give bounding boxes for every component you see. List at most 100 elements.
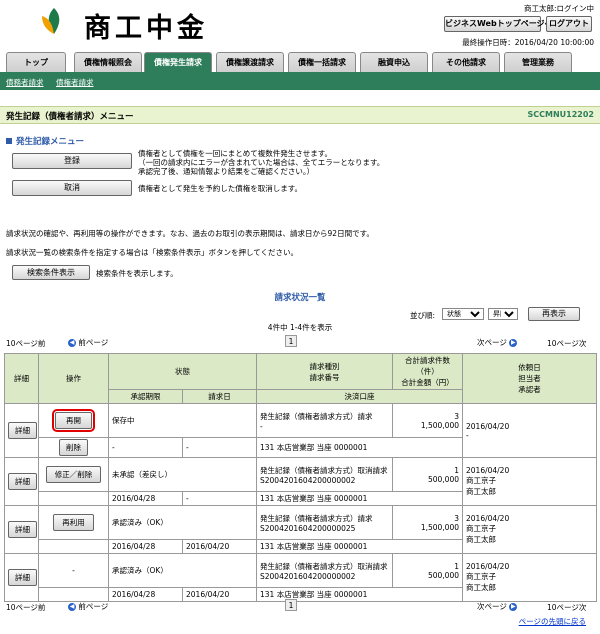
- tab-6[interactable]: その他請求: [432, 52, 500, 72]
- tab-7[interactable]: 管理業務: [504, 52, 572, 72]
- no-operation: -: [72, 566, 75, 575]
- user-status: 商工太郎:ログイン中: [523, 4, 594, 13]
- request-date-cell: 2016/04/20: [182, 539, 257, 554]
- table-row: 詳細 修正／削除 未承認（差戻し） 発生記録（債権者請求方式）取消請求 S2004…: [4, 457, 597, 506]
- pager-prev[interactable]: ◀ 前ページ: [68, 337, 108, 348]
- tab-1[interactable]: 債権情報照会: [74, 52, 142, 72]
- sort-order-select[interactable]: 昇順: [488, 308, 518, 320]
- tab-0[interactable]: トップ: [6, 52, 66, 72]
- tab-4[interactable]: 債権一括請求: [288, 52, 356, 72]
- detail-cell: 詳細: [4, 403, 39, 458]
- operation-cell: 修正／削除: [38, 457, 109, 492]
- request-date-cell: 2016/04/20: [182, 587, 257, 602]
- pager-next10: 10ページ次: [547, 339, 587, 348]
- menu-section-marker: [6, 138, 12, 144]
- detail-cell: 詳細: [4, 505, 39, 554]
- redisplay-button[interactable]: 再表示: [528, 307, 580, 321]
- arrow-right-icon: ▶: [509, 603, 518, 611]
- pager-next[interactable]: 次ページ ▶: [477, 337, 518, 348]
- deadline-cell: -: [108, 437, 183, 458]
- arrow-left-icon: ◀: [68, 339, 76, 347]
- menu-section-title: 発生記録メニュー: [16, 137, 85, 147]
- operation-cell: 再利用: [38, 505, 109, 540]
- type-cell: 発生記録（債権者請求方式）取消請求 S2004201604200000002: [256, 457, 393, 492]
- table-row: 詳細 再利用 承認済み（OK） 発生記録（債権者請求方式）請求 S20042016…: [4, 505, 597, 554]
- table-row: 詳細 再開 保存中 発生記録（債権者請求方式）請求 - 3 1,500,000 20…: [4, 403, 597, 458]
- operation-cell-2: 削除: [38, 437, 109, 458]
- detail-button[interactable]: 詳細: [8, 569, 37, 586]
- status-cell: 承認済み（OK）: [108, 553, 257, 588]
- sub-nav-creditor[interactable]: 債権者請求: [56, 77, 94, 88]
- webtop-button[interactable]: ビジネスWebトップページへ: [444, 16, 553, 32]
- type-cell: 発生記録（債権者請求方式）請求 -: [256, 403, 393, 438]
- delete-button[interactable]: 削除: [59, 439, 88, 456]
- total-cell: 1 500,000: [392, 457, 463, 492]
- sort-label: 並び順:: [410, 311, 436, 320]
- col-approval-deadline: 承認期限: [108, 389, 183, 404]
- pager-bottom-prev10: 10ページ前: [6, 603, 46, 612]
- operation-cell-2: [38, 587, 109, 602]
- arrow-left-icon: ◀: [68, 603, 76, 611]
- search-desc: 検索条件を表示します。: [96, 269, 178, 278]
- op-button[interactable]: 再利用: [53, 514, 94, 531]
- right-cell: 2016/04/20-: [462, 403, 597, 458]
- tab-5[interactable]: 融資申込: [360, 52, 428, 72]
- pager-bottom-next10: 10ページ次: [547, 603, 587, 612]
- col-right: 依頼日 担当者 承認者: [462, 353, 597, 404]
- op-button[interactable]: 再開: [52, 409, 95, 432]
- cancel-button[interactable]: 取消: [12, 180, 132, 196]
- page-title-bar: 発生記録（債権者請求）メニュー SCCMNU12202: [0, 106, 600, 124]
- detail-button[interactable]: 詳細: [8, 521, 37, 538]
- type-cell: 発生記録（債権者請求方式）請求 S2004201604200000025: [256, 505, 393, 540]
- detail-button[interactable]: 詳細: [8, 473, 37, 490]
- tab-3[interactable]: 債権譲渡請求: [216, 52, 284, 72]
- col-total: 合計請求件数（件） 合計金額（円）: [392, 353, 463, 390]
- request-date-cell: -: [182, 491, 257, 506]
- detail-cell: 詳細: [4, 457, 39, 506]
- pager-page[interactable]: 1: [285, 335, 297, 347]
- sort-key-select[interactable]: 状態: [442, 308, 484, 320]
- cancel-desc: 債権者として発生を予約した債権を取消します。: [138, 184, 303, 193]
- pager-bottom-next[interactable]: 次ページ ▶: [477, 601, 518, 612]
- arrow-right-icon: ▶: [509, 339, 518, 347]
- pager-bottom-prev[interactable]: ◀ 前ページ: [68, 601, 108, 612]
- operation-cell-2: [38, 539, 109, 554]
- info-line-1: 請求状況の確認や、再利用等の操作ができます。なお、過去のお取引の表示期間は、請求…: [6, 229, 374, 238]
- page-title: 発生記録（債権者請求）メニュー: [6, 112, 134, 122]
- account-cell: 131 本店営業部 当座 0000001: [256, 539, 463, 554]
- last-operation-time: 最終操作日時：2016/04/20 10:00:00: [462, 38, 594, 47]
- pager-bottom-page[interactable]: 1: [285, 599, 297, 611]
- pager-prev10: 10ページ前: [6, 339, 46, 348]
- account-cell: 131 本店営業部 当座 0000001: [256, 491, 463, 506]
- screen-id: SCCMNU12202: [527, 110, 595, 119]
- operation-cell-2: [38, 491, 109, 506]
- type-cell: 発生記録（債権者請求方式）取消請求 S2004201604200000002: [256, 553, 393, 588]
- sub-nav-debtor[interactable]: 債務者請求: [6, 77, 44, 88]
- status-cell: 承認済み（OK）: [108, 505, 257, 540]
- col-request-date: 請求日: [182, 389, 257, 404]
- operation-cell: 再開: [38, 403, 109, 438]
- list-title: 請求状況一覧: [274, 293, 326, 303]
- op-button[interactable]: 修正／削除: [45, 466, 102, 483]
- operation-cell: -: [38, 553, 109, 588]
- deadline-cell: 2016/04/28: [108, 539, 183, 554]
- detail-button[interactable]: 詳細: [8, 422, 37, 439]
- right-cell: 2016/04/20 商工京子 商工太郎: [462, 457, 597, 506]
- logout-button[interactable]: ログアウト: [546, 16, 592, 32]
- detail-cell: 詳細: [4, 553, 39, 602]
- total-cell: 3 1,500,000: [392, 403, 463, 438]
- deadline-cell: 2016/04/28: [108, 491, 183, 506]
- status-cell: 保存中: [108, 403, 257, 438]
- info-line-2: 請求状況一覧の検索条件を指定する場合は「検索条件表示」ボタンを押してください。: [6, 248, 299, 257]
- col-operation: 操作: [38, 353, 109, 404]
- back-to-top-link[interactable]: ページの先頭に戻る: [519, 616, 586, 627]
- right-cell: 2016/04/20 商工京子 商工太郎: [462, 553, 597, 602]
- logo: [40, 6, 68, 36]
- result-count: 4件中 1-4件を表示: [267, 323, 333, 332]
- col-detail: 詳細: [4, 353, 39, 404]
- tab-2[interactable]: 債権発生請求: [144, 52, 212, 72]
- logo-text: 商工中金: [84, 13, 208, 44]
- register-button[interactable]: 登録: [12, 153, 132, 169]
- account-cell: 131 本店営業部 当座 0000001: [256, 437, 463, 458]
- search-conditions-button[interactable]: 検索条件表示: [12, 265, 90, 280]
